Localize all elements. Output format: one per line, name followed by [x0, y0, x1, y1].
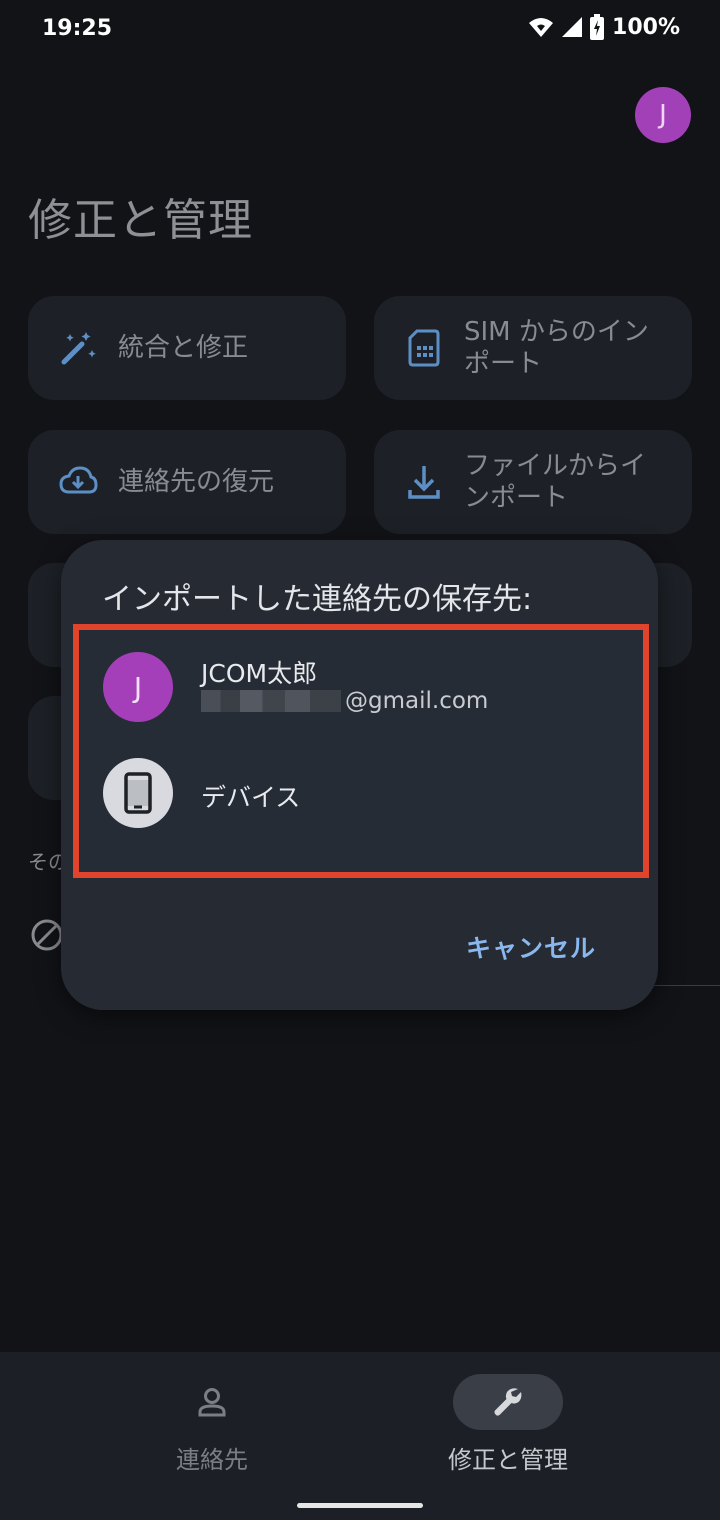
restore-contacts-card[interactable]: 連絡先の復元: [28, 430, 346, 534]
highlight-box: J JCOM太郎 @gmail.com デバイス: [73, 624, 649, 878]
download-icon: [402, 460, 446, 504]
account-email: @gmail.com: [201, 688, 488, 714]
bottom-navigation: 連絡先 修正と管理: [0, 1352, 720, 1520]
account-avatar: J: [103, 652, 173, 722]
phone-icon: [103, 758, 173, 828]
nav-label-fix-manage: 修正と管理: [448, 1446, 568, 1474]
home-indicator[interactable]: [297, 1503, 423, 1508]
status-time: 19:25: [42, 16, 113, 41]
status-icons: 100%: [528, 14, 680, 40]
person-icon: [157, 1374, 267, 1430]
block-icon: [30, 918, 64, 956]
battery-percent: 100%: [612, 14, 680, 40]
device-label: デバイス: [201, 783, 301, 812]
cancel-button[interactable]: キャンセル: [466, 929, 596, 965]
restore-contacts-label: 連絡先の復元: [118, 467, 275, 497]
battery-charging-icon: [590, 14, 605, 40]
account-option-device[interactable]: デバイス: [79, 752, 643, 862]
sim-import-card[interactable]: SIM からのイン ポート: [374, 296, 692, 400]
status-bar: 19:25 100%: [0, 0, 720, 60]
dialog-title: インポートした連絡先の保存先:: [102, 582, 533, 617]
account-option-google[interactable]: J JCOM太郎 @gmail.com: [79, 632, 643, 742]
signal-icon: [562, 17, 583, 37]
sim-import-label: SIM からのイン ポート: [464, 317, 649, 379]
account-name: JCOM太郎: [201, 659, 318, 688]
merge-fix-label: 統合と修正: [118, 333, 249, 363]
page-title: 修正と管理: [28, 195, 253, 246]
redacted-block: [201, 690, 341, 712]
magic-wand-icon: [56, 326, 100, 370]
file-import-label: ファイルからイ ンポート: [464, 451, 647, 513]
import-destination-dialog: インポートした連絡先の保存先: J JCOM太郎 @gmail.com デバイス…: [61, 540, 658, 1010]
wifi-icon: [529, 18, 554, 37]
cloud-download-icon: [56, 460, 100, 504]
wrench-icon: [453, 1374, 563, 1430]
merge-fix-card[interactable]: 統合と修正: [28, 296, 346, 400]
file-import-card[interactable]: ファイルからイ ンポート: [374, 430, 692, 534]
sim-card-icon: [402, 326, 446, 370]
nav-item-fix-manage[interactable]: 修正と管理: [328, 1352, 688, 1520]
account-avatar[interactable]: J: [635, 87, 691, 143]
